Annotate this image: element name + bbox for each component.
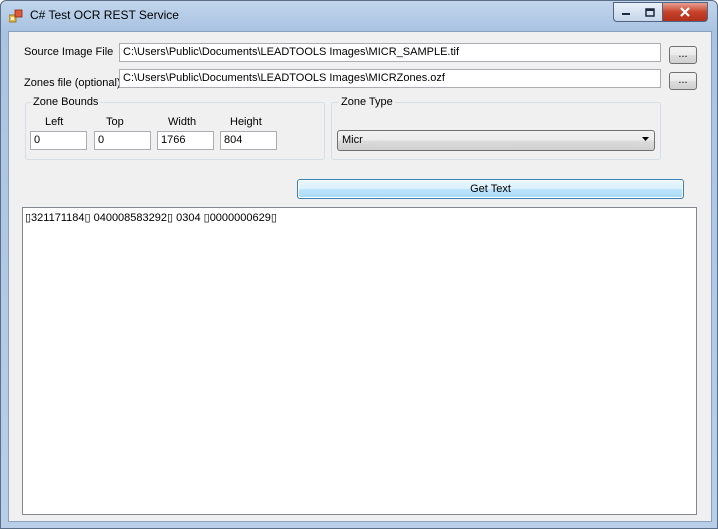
minimize-button[interactable] (613, 2, 639, 22)
browse-zones-button[interactable]: ... (669, 72, 697, 90)
zone-type-select[interactable]: Micr (337, 130, 655, 151)
top-label: Top (106, 116, 124, 128)
top-field[interactable]: 0 (94, 131, 151, 150)
app-window: C# Test OCR REST Service Source Image Fi… (0, 0, 718, 529)
close-icon (680, 7, 690, 17)
browse-source-button[interactable]: ... (669, 46, 697, 64)
zones-file-label: Zones file (optional) (24, 77, 121, 89)
ocr-output-text[interactable]: ▯321171184▯ 040008583292▯ 0304 ▯00000006… (22, 207, 697, 515)
height-label: Height (230, 116, 262, 128)
close-button[interactable] (663, 2, 708, 22)
maximize-icon (645, 7, 655, 17)
zone-type-value: Micr (342, 134, 363, 146)
get-text-button[interactable]: Get Text (297, 179, 684, 199)
zones-file-field[interactable]: C:\Users\Public\Documents\LEADTOOLS Imag… (119, 69, 661, 88)
minimize-icon (622, 13, 630, 15)
source-image-field[interactable]: C:\Users\Public\Documents\LEADTOOLS Imag… (119, 43, 661, 62)
chevron-down-icon (642, 137, 649, 141)
title-bar[interactable]: C# Test OCR REST Service (1, 1, 717, 31)
form-client-area: Source Image File C:\Users\Public\Docume… (8, 31, 712, 522)
width-label: Width (168, 116, 197, 128)
width-field[interactable]: 1766 (157, 131, 214, 150)
zone-type-title: Zone Type (339, 96, 395, 108)
window-title: C# Test OCR REST Service (30, 8, 179, 22)
zone-bounds-title: Zone Bounds (31, 96, 101, 108)
source-image-label: Source Image File (24, 46, 114, 58)
left-field[interactable]: 0 (30, 131, 87, 150)
left-label: Left (45, 116, 64, 128)
height-field[interactable]: 804 (220, 131, 277, 150)
maximize-button[interactable] (638, 2, 663, 22)
app-windows-icon (9, 9, 23, 23)
